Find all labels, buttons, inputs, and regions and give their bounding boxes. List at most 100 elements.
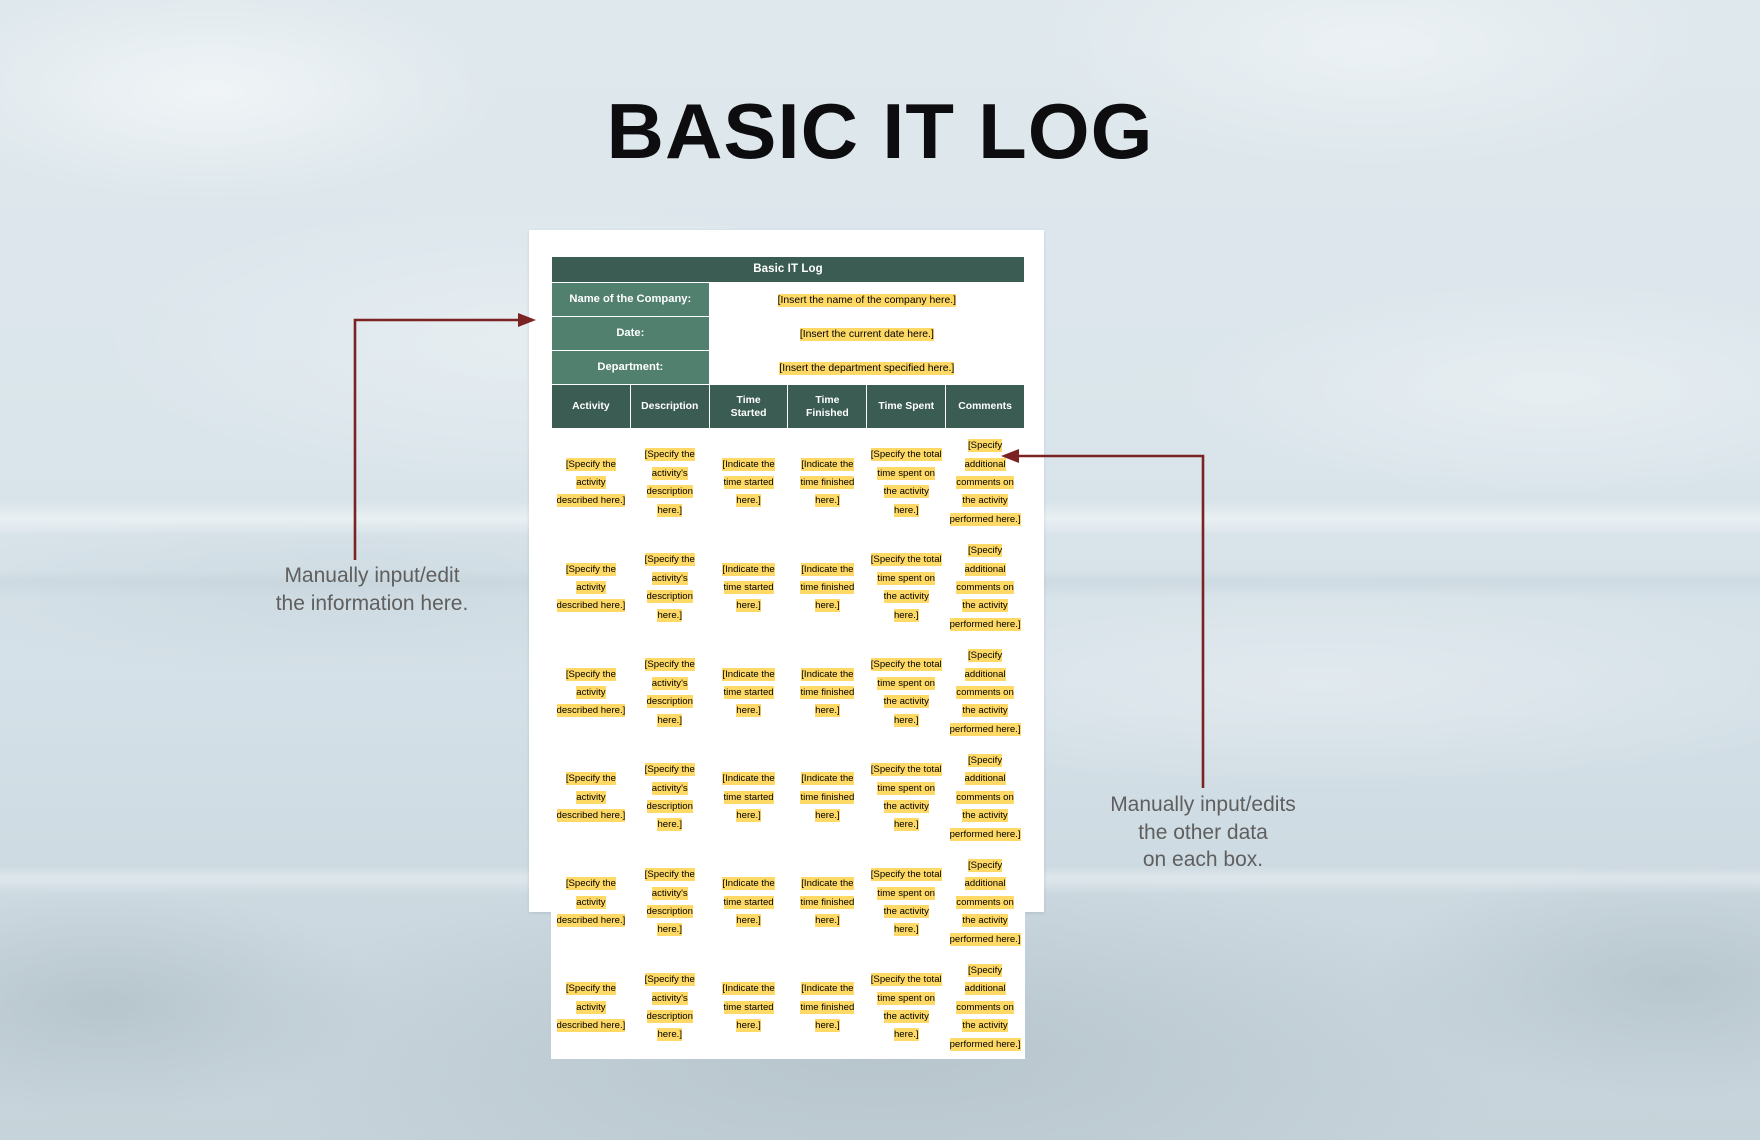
cell-time-started[interactable]: [Indicate the time started here.] bbox=[708, 743, 789, 850]
info-row: Department: [Insert the department specif… bbox=[551, 350, 1026, 386]
table-row: [Specify the activity described here.] [S… bbox=[551, 533, 1025, 640]
column-header-time-spent: Time Spent bbox=[866, 384, 947, 430]
column-header-line2: Started bbox=[730, 407, 767, 419]
annotation-arrow-left bbox=[353, 313, 536, 560]
cell-placeholder: [Indicate the time finished here.] bbox=[800, 457, 855, 508]
cell-time-spent[interactable]: [Specify the total time spent on the act… bbox=[866, 428, 947, 535]
info-value-field-0[interactable]: [Insert the name of the company here.] bbox=[708, 281, 1026, 318]
cell-placeholder: [Specify the total time spent on the act… bbox=[870, 448, 942, 517]
cell-placeholder: [Indicate the time finished here.] bbox=[800, 772, 855, 823]
cell-description[interactable]: [Specify the activity's description here… bbox=[629, 953, 710, 1059]
cell-time-spent[interactable]: [Specify the total time spent on the act… bbox=[866, 953, 947, 1059]
annotation-right-line2: the other data bbox=[1138, 820, 1268, 844]
cell-time-started[interactable]: [Indicate the time started here.] bbox=[708, 533, 789, 640]
cell-placeholder: [Indicate the time started here.] bbox=[722, 667, 775, 718]
annotation-arrow-right bbox=[1001, 449, 1205, 788]
cell-time-spent[interactable]: [Specify the total time spent on the act… bbox=[866, 743, 947, 850]
cell-placeholder: [Specify the activity's description here… bbox=[644, 448, 695, 517]
cell-placeholder: [Specify the activity described here.] bbox=[556, 457, 626, 508]
cell-placeholder: [Specify the activity described here.] bbox=[556, 982, 626, 1033]
column-header-time-finished: Time Finished bbox=[787, 384, 868, 430]
column-header-comments: Comments bbox=[945, 384, 1025, 430]
cell-placeholder: [Specify the activity's description here… bbox=[644, 553, 695, 622]
cell-placeholder: [Indicate the time started here.] bbox=[722, 982, 775, 1033]
cell-time-finished[interactable]: [Indicate the time finished here.] bbox=[787, 638, 868, 745]
table-row: [Specify the activity described here.] [S… bbox=[551, 848, 1025, 954]
cell-time-spent[interactable]: [Specify the total time spent on the act… bbox=[866, 533, 947, 640]
cell-time-finished[interactable]: [Indicate the time finished here.] bbox=[787, 953, 868, 1059]
column-header-line1: Activity bbox=[572, 401, 610, 413]
cell-description[interactable]: [Specify the activity's description here… bbox=[629, 533, 710, 640]
cell-time-started[interactable]: [Indicate the time started here.] bbox=[708, 428, 789, 535]
cell-placeholder: [Specify the activity described here.] bbox=[556, 877, 626, 928]
basic-it-log-table: Basic IT Log Name of the Company: [Insert … bbox=[551, 256, 1026, 1059]
cell-placeholder: [Indicate the time started here.] bbox=[722, 772, 775, 823]
cell-activity[interactable]: [Specify the activity described here.] bbox=[551, 428, 631, 535]
annotation-right-line3: on each box. bbox=[1142, 848, 1264, 872]
column-header-description: Description bbox=[629, 384, 710, 430]
cell-placeholder: [Specify the activity described here.] bbox=[556, 667, 626, 718]
cell-activity[interactable]: [Specify the activity described here.] bbox=[551, 743, 631, 850]
cell-time-spent[interactable]: [Specify the total time spent on the act… bbox=[866, 638, 947, 745]
cell-activity[interactable]: [Specify the activity described here.] bbox=[551, 638, 631, 745]
info-value-1: [Insert the current date here.] bbox=[799, 328, 934, 342]
annotation-right-text: Manually input/edits the other data on e… bbox=[1078, 791, 1328, 874]
page-title: BASIC IT LOG bbox=[606, 87, 1154, 175]
cell-time-finished[interactable]: [Indicate the time finished here.] bbox=[787, 848, 868, 954]
column-header-activity: Activity bbox=[551, 384, 631, 430]
annotation-left-text: Manually input/edit the information here… bbox=[247, 562, 497, 617]
cell-comments[interactable]: [Specify additional comments on the acti… bbox=[945, 848, 1025, 954]
cell-comments[interactable]: [Specify additional comments on the acti… bbox=[945, 953, 1025, 1059]
cell-time-finished[interactable]: [Indicate the time finished here.] bbox=[787, 533, 868, 640]
info-label-2: Department: bbox=[551, 350, 710, 386]
cell-placeholder: [Specify the activity's description here… bbox=[644, 868, 695, 937]
annotation-right-line1: Manually input/edits bbox=[1110, 793, 1296, 816]
info-value-field-1[interactable]: [Insert the current date here.] bbox=[708, 316, 1026, 352]
cell-placeholder: [Specify the total time spent on the act… bbox=[870, 763, 942, 832]
cell-time-started[interactable]: [Indicate the time started here.] bbox=[708, 638, 789, 745]
column-header-row: Activity Description Time Started Time Finish… bbox=[551, 384, 1025, 430]
column-header-line1: Description bbox=[641, 401, 699, 413]
column-header-line2: Finished bbox=[806, 407, 849, 419]
table-row: [Specify the activity described here.] [S… bbox=[551, 638, 1025, 745]
cell-placeholder: [Specify the total time spent on the act… bbox=[870, 973, 942, 1042]
cell-placeholder: [Indicate the time finished here.] bbox=[800, 982, 855, 1033]
cell-description[interactable]: [Specify the activity's description here… bbox=[629, 638, 710, 745]
table-title-row: Basic IT Log bbox=[551, 256, 1025, 283]
info-value-2: [Insert the department specified here.] bbox=[779, 362, 955, 376]
cell-placeholder: [Indicate the time started here.] bbox=[722, 877, 775, 928]
cell-time-started[interactable]: [Indicate the time started here.] bbox=[708, 848, 789, 954]
cell-description[interactable]: [Specify the activity's description here… bbox=[629, 848, 710, 954]
cell-placeholder: [Specify the activity described here.] bbox=[556, 562, 626, 613]
table-row: [Specify the activity described here.] [S… bbox=[551, 743, 1025, 850]
cell-placeholder: [Indicate the time finished here.] bbox=[800, 667, 855, 718]
info-label-0: Name of the Company: bbox=[551, 281, 710, 318]
cell-time-spent[interactable]: [Specify the total time spent on the act… bbox=[866, 848, 947, 954]
table-row: [Specify the activity described here.] [S… bbox=[551, 428, 1025, 535]
cell-placeholder: [Specify the activity described here.] bbox=[556, 772, 626, 823]
document-sheet: Basic IT Log Name of the Company: [Insert … bbox=[529, 230, 1044, 1059]
column-header-time-started: Time Started bbox=[708, 384, 789, 430]
info-value-0: [Insert the name of the company here.] bbox=[777, 294, 957, 307]
cell-activity[interactable]: [Specify the activity described here.] bbox=[551, 533, 631, 640]
cell-placeholder: [Specify additional comments on the acti… bbox=[949, 964, 1021, 1051]
cell-time-started[interactable]: [Indicate the time started here.] bbox=[708, 953, 789, 1059]
cell-time-finished[interactable]: [Indicate the time finished here.] bbox=[787, 428, 868, 535]
cell-activity[interactable]: [Specify the activity described here.] bbox=[551, 848, 631, 954]
cell-placeholder: [Specify additional comments on the acti… bbox=[949, 859, 1021, 946]
info-row: Name of the Company: [Insert the name of … bbox=[551, 281, 1026, 318]
cell-activity[interactable]: [Specify the activity described here.] bbox=[551, 953, 631, 1059]
cell-placeholder: [Specify the total time spent on the act… bbox=[870, 658, 942, 727]
table-row: [Specify the activity described here.] [S… bbox=[551, 953, 1025, 1059]
cell-description[interactable]: [Specify the activity's description here… bbox=[629, 743, 710, 850]
cell-placeholder: [Indicate the time started here.] bbox=[722, 457, 775, 508]
cell-time-finished[interactable]: [Indicate the time finished here.] bbox=[787, 743, 868, 850]
annotation-left-line2: the information here. bbox=[275, 591, 469, 615]
cell-placeholder: [Specify the activity's description here… bbox=[644, 658, 695, 727]
column-header-line1: Time Spent bbox=[878, 401, 935, 413]
cell-placeholder: [Indicate the time started here.] bbox=[722, 562, 775, 613]
cell-placeholder: [Indicate the time finished here.] bbox=[800, 877, 855, 928]
cell-description[interactable]: [Specify the activity's description here… bbox=[629, 428, 710, 535]
info-value-field-2[interactable]: [Insert the department specified here.] bbox=[708, 350, 1026, 386]
cell-placeholder: [Specify the total time spent on the act… bbox=[870, 553, 942, 622]
